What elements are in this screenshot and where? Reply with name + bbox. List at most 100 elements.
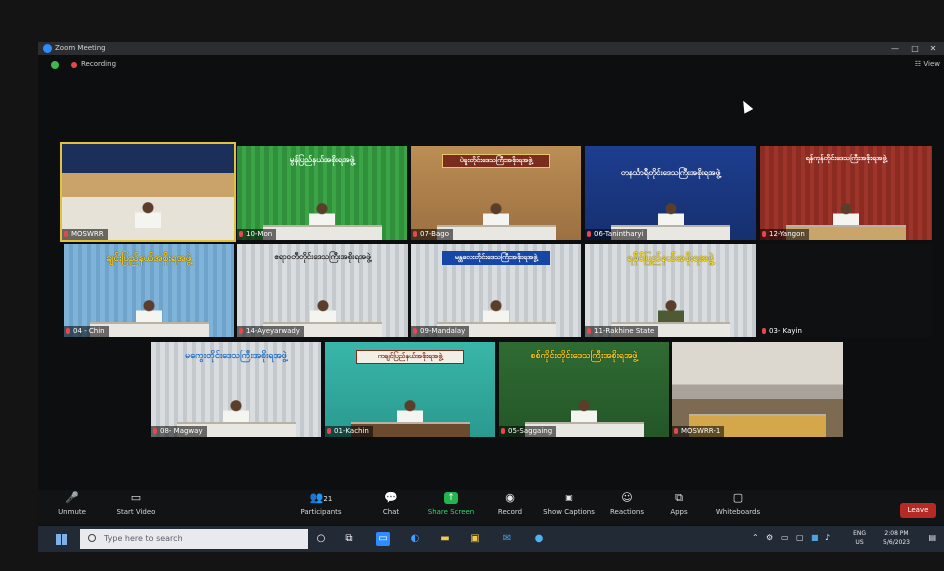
tile-banner: ရခိုင်ပြည်နယ်အစိုးရအဖွဲ့: [627, 253, 714, 265]
tray-app-icon[interactable]: ⚙: [766, 533, 773, 542]
video-tile-saggaing[interactable]: စစ်ကိုင်းတိုင်းဒေသကြီးအစိုးရအဖွဲ့ 05-Sag…: [499, 342, 669, 437]
unmute-label: Unmute: [58, 508, 86, 516]
tile-banner: ကချင်ပြည်နယ်အစိုးရအဖွဲ့: [355, 349, 465, 364]
share-screen-button[interactable]: ↑ Share Screen: [426, 492, 476, 516]
app-icon[interactable]: ▣: [468, 532, 482, 546]
edge-browser-icon[interactable]: ◐: [408, 532, 422, 546]
captions-icon: ▣: [565, 493, 573, 502]
file-explorer-icon[interactable]: ▬: [438, 532, 452, 546]
reactions-label: Reactions: [609, 508, 645, 516]
participant-name: 01-Kachin: [325, 426, 373, 437]
participant-name: 14-Ayeyarwady: [237, 326, 304, 337]
participant-name: 07-Bago: [411, 229, 454, 240]
chat-button[interactable]: 💬 Chat: [376, 491, 406, 517]
participant-name: 10-Mon: [237, 229, 277, 240]
video-tile-bago[interactable]: ပဲခူးတိုင်းဒေသကြီးအစိုးရအဖွဲ့ 07-Bago: [411, 146, 581, 240]
muted-mic-icon: [501, 428, 505, 434]
tile-banner: ချင်းပြည်နယ်အစိုးရအဖွဲ့: [106, 253, 192, 265]
muted-mic-icon: [413, 231, 417, 237]
video-tile-tanintharyi[interactable]: တနင်္သာရီတိုင်းဒေသကြီးအစိုးရအဖွဲ့ 06-Tan…: [585, 146, 756, 240]
video-tile-magway[interactable]: မကွေးတိုင်းဒေသကြီးအစိုးရအဖွဲ့ 08- Magway: [151, 342, 321, 437]
cortana-icon[interactable]: ○: [314, 532, 328, 546]
volume-icon[interactable]: ♪: [825, 533, 830, 542]
apps-label: Apps: [670, 508, 688, 516]
tile-banner: မွန်ပြည်နယ်အစိုးရအဖွဲ့: [289, 154, 355, 164]
video-tile-mon[interactable]: မွန်ပြည်နယ်အစိုးရအဖွဲ့ 10-Mon: [237, 146, 407, 240]
video-tile-kachin[interactable]: ကချင်ပြည်နယ်အစိုးရအဖွဲ့ 01-Kachin: [325, 342, 495, 437]
leave-button[interactable]: Leave: [900, 503, 936, 518]
mouse-cursor-icon: [738, 98, 754, 114]
taskbar-clock[interactable]: 2:08 PM 5/6/2023: [883, 529, 910, 547]
video-tile-ayeyarwady[interactable]: ဧရာဝတီတိုင်းဒေသကြီးအစိုးရအဖွဲ့ 14-Ayeyar…: [237, 244, 408, 337]
muted-mic-icon: [327, 428, 331, 434]
unmute-button[interactable]: 🎤 Unmute: [52, 491, 92, 517]
video-off-icon: ▭: [130, 491, 142, 504]
tile-banner: မကွေးတိုင်းဒေသကြီးအစိုးရအဖွဲ့: [185, 350, 287, 361]
view-label: View: [923, 60, 940, 68]
reactions-icon: ☺: [621, 491, 633, 504]
video-tile-yangon[interactable]: ရန်ကုန်တိုင်းဒေသကြီးအစိုးရအဖွဲ့ 12-Yango…: [760, 146, 932, 240]
clock-date: 5/6/2023: [883, 539, 910, 546]
mic-muted-icon: 🎤: [65, 491, 79, 504]
tile-banner: တနင်္သာရီတိုင်းဒေသကြီးအစိုးရအဖွဲ့: [620, 167, 721, 177]
muted-mic-icon: [762, 231, 766, 237]
start-video-button[interactable]: ▭ Start Video: [112, 491, 160, 517]
minimize-button[interactable]: —: [886, 42, 904, 55]
participants-icon: 👥21: [309, 491, 333, 504]
region-code: US: [855, 539, 864, 546]
notifications-icon[interactable]: ▤: [928, 533, 936, 542]
title-bar: Zoom Meeting — □ ✕: [38, 42, 944, 55]
network-icon[interactable]: ▭: [781, 533, 789, 542]
video-tile-rakhine[interactable]: ရခိုင်ပြည်နယ်အစိုးရအဖွဲ့ 11-Rakhine Stat…: [585, 244, 756, 337]
video-tile-mandalay[interactable]: မန္တလေးတိုင်းဒေသကြီးအစိုးရအဖွဲ့ 09-Manda…: [411, 244, 581, 337]
browser-icon[interactable]: ●: [532, 532, 546, 546]
task-view-icon[interactable]: ⧉: [342, 532, 356, 546]
video-tile-kayin[interactable]: 03- Kayin: [760, 244, 932, 337]
participant-name: 08- Magway: [151, 426, 207, 437]
tray-blue-icon[interactable]: ■: [811, 533, 819, 542]
participant-name: 12-Yangon: [760, 229, 809, 240]
taskbar-search-box[interactable]: Type here to search: [80, 529, 308, 549]
reactions-button[interactable]: ☺ Reactions: [607, 491, 647, 517]
muted-mic-icon: [153, 428, 157, 434]
participant-name: MOSWRR-1: [672, 426, 725, 437]
participants-button[interactable]: 👥21 Participants: [296, 491, 346, 517]
person-figure: [135, 202, 161, 229]
zoom-taskbar-icon[interactable]: ▭: [376, 532, 390, 546]
close-button[interactable]: ✕: [924, 42, 942, 55]
tile-banner: ဧရာဝတီတိုင်းဒေသကြီးအစိုးရအဖွဲ့: [274, 252, 371, 262]
chat-icon: 💬: [384, 491, 398, 504]
recording-dot-icon: [71, 62, 77, 68]
participant-name: 11-Rakhine State: [585, 326, 659, 337]
chat-label: Chat: [382, 508, 400, 516]
language-code: ENG: [853, 530, 866, 537]
display-icon[interactable]: ▢: [796, 533, 804, 542]
share-screen-icon: ↑: [444, 492, 458, 504]
view-button[interactable]: ☷ View: [915, 60, 940, 68]
recording-label[interactable]: Recording: [81, 60, 116, 68]
apps-button[interactable]: ⧉ Apps: [664, 492, 694, 517]
whiteboards-button[interactable]: ▢ Whiteboards: [713, 491, 763, 517]
input-language[interactable]: ENG US: [853, 529, 866, 547]
muted-mic-icon: [413, 328, 417, 334]
tile-banner: စစ်ကိုင်းတိုင်းဒေသကြီးအစိုးရအဖွဲ့: [530, 350, 638, 361]
desk: [262, 224, 382, 240]
share-screen-label: Share Screen: [427, 508, 475, 516]
mail-icon[interactable]: ✉: [500, 532, 514, 546]
muted-mic-icon: [587, 231, 591, 237]
show-captions-button[interactable]: ▣ Show Captions: [540, 492, 598, 516]
tray-chevron-icon[interactable]: ⌃: [752, 533, 759, 542]
search-placeholder: Type here to search: [104, 534, 183, 543]
muted-mic-icon: [239, 231, 243, 237]
record-icon: ◉: [505, 491, 515, 504]
whiteboard-icon: ▢: [732, 491, 744, 504]
record-button[interactable]: ◉ Record: [493, 491, 527, 517]
windows-start-icon[interactable]: [56, 534, 67, 545]
video-tile-moswrr[interactable]: MOSWRR: [60, 142, 236, 242]
maximize-button[interactable]: □: [906, 42, 924, 55]
record-label: Record: [497, 508, 523, 516]
participants-label: Participants: [300, 508, 342, 516]
video-tile-moswrr-1[interactable]: MOSWRR-1: [672, 342, 843, 437]
security-shield-icon[interactable]: [51, 61, 59, 69]
video-tile-chin[interactable]: ချင်းပြည်နယ်အစိုးရအဖွဲ့ 04 - Chin: [64, 244, 234, 337]
